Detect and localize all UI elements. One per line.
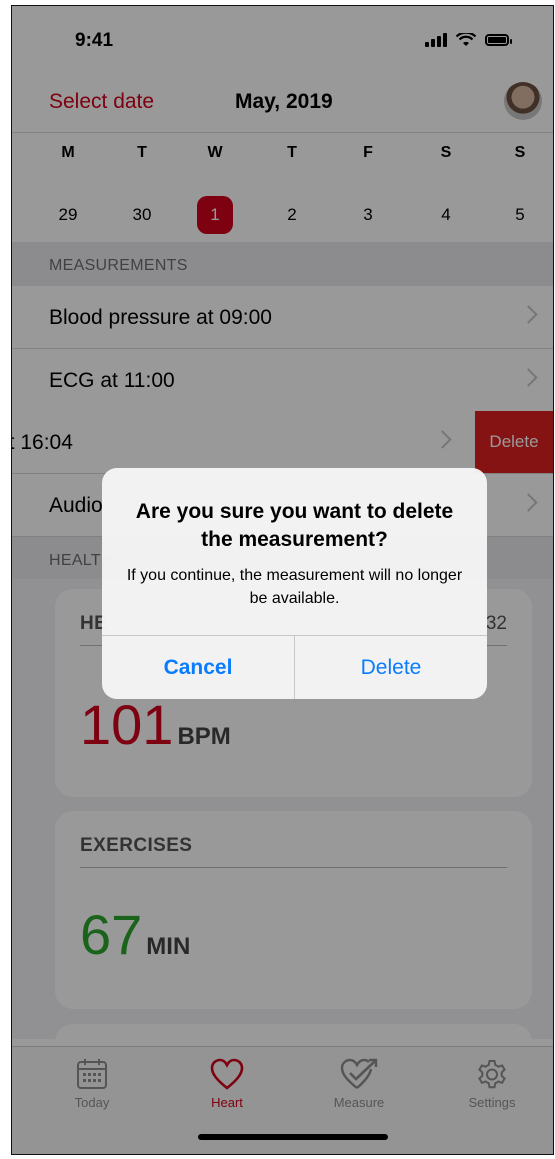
delete-button[interactable]: Delete	[295, 636, 487, 699]
alert-title: Are you sure you want to delete the meas…	[135, 500, 454, 551]
delete-confirm-alert: Are you sure you want to delete the meas…	[102, 468, 487, 699]
cancel-button[interactable]: Cancel	[102, 636, 294, 699]
phone-screen: 9:41 Select date May, 2019 M T W T F S S…	[11, 5, 554, 1155]
home-indicator[interactable]	[198, 1134, 388, 1140]
alert-message: If you continue, the measurement will no…	[126, 567, 463, 607]
